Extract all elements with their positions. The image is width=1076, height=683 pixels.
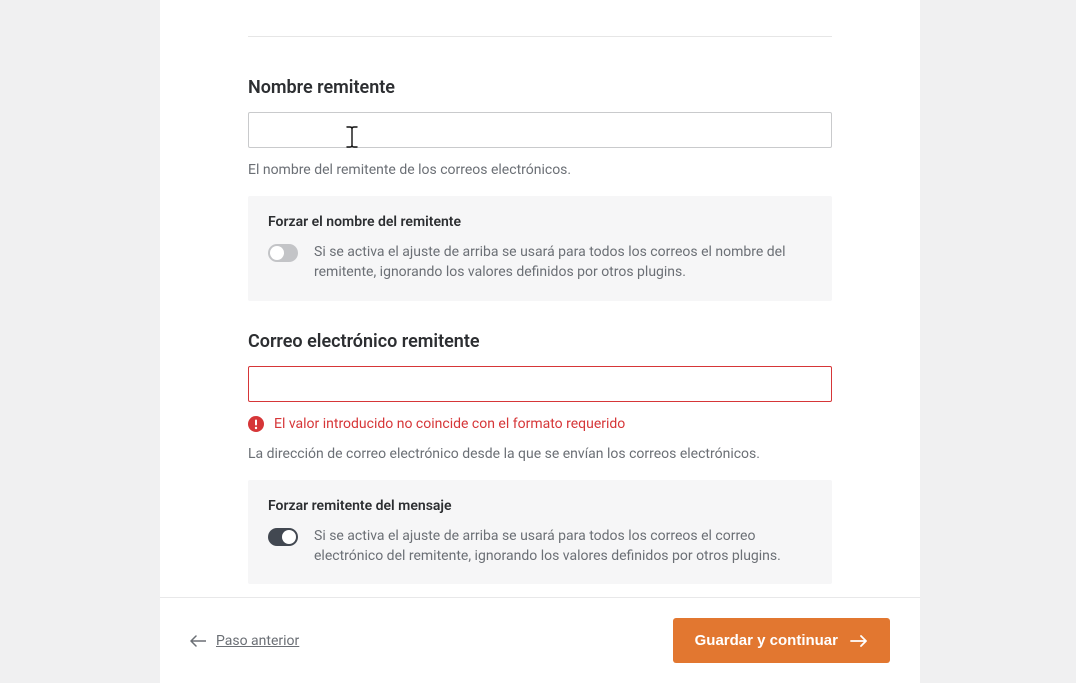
force-sender-name-toggle[interactable] [268, 244, 298, 262]
force-sender-email-desc: Si se activa el ajuste de arriba se usar… [314, 526, 812, 567]
footer: Paso anterior Guardar y continuar [160, 597, 920, 683]
sender-email-section: Correo electrónico remitente El valor in… [248, 331, 832, 585]
divider [248, 36, 832, 37]
settings-panel: Nombre remitente El nombre del remitente… [160, 0, 920, 597]
sender-name-section: Nombre remitente El nombre del remitente… [248, 77, 832, 301]
sender-email-help: La dirección de correo electrónico desde… [248, 446, 832, 462]
force-sender-name-card: Forzar el nombre del remitente Si se act… [248, 196, 832, 301]
sender-email-error: El valor introducido no coincide con el … [248, 416, 832, 432]
sender-name-help: El nombre del remitente de los correos e… [248, 162, 832, 178]
force-sender-email-toggle[interactable] [268, 528, 298, 546]
force-sender-name-title: Forzar el nombre del remitente [268, 214, 812, 230]
save-continue-label: Guardar y continuar [695, 632, 838, 649]
sender-name-label: Nombre remitente [248, 77, 832, 98]
sender-email-label: Correo electrónico remitente [248, 331, 832, 352]
force-sender-name-desc: Si se activa el ajuste de arriba se usar… [314, 242, 812, 283]
force-sender-email-title: Forzar remitente del mensaje [268, 498, 812, 514]
arrow-left-icon [190, 635, 206, 647]
arrow-right-icon [850, 635, 868, 647]
sender-email-error-text: El valor introducido no coincide con el … [274, 416, 625, 432]
error-icon [248, 416, 264, 432]
sender-name-input[interactable] [248, 112, 832, 148]
sender-email-input[interactable] [248, 366, 832, 402]
back-link-label: Paso anterior [216, 633, 299, 649]
back-link[interactable]: Paso anterior [190, 633, 299, 649]
force-sender-email-card: Forzar remitente del mensaje Si se activ… [248, 480, 832, 585]
save-continue-button[interactable]: Guardar y continuar [673, 618, 890, 663]
